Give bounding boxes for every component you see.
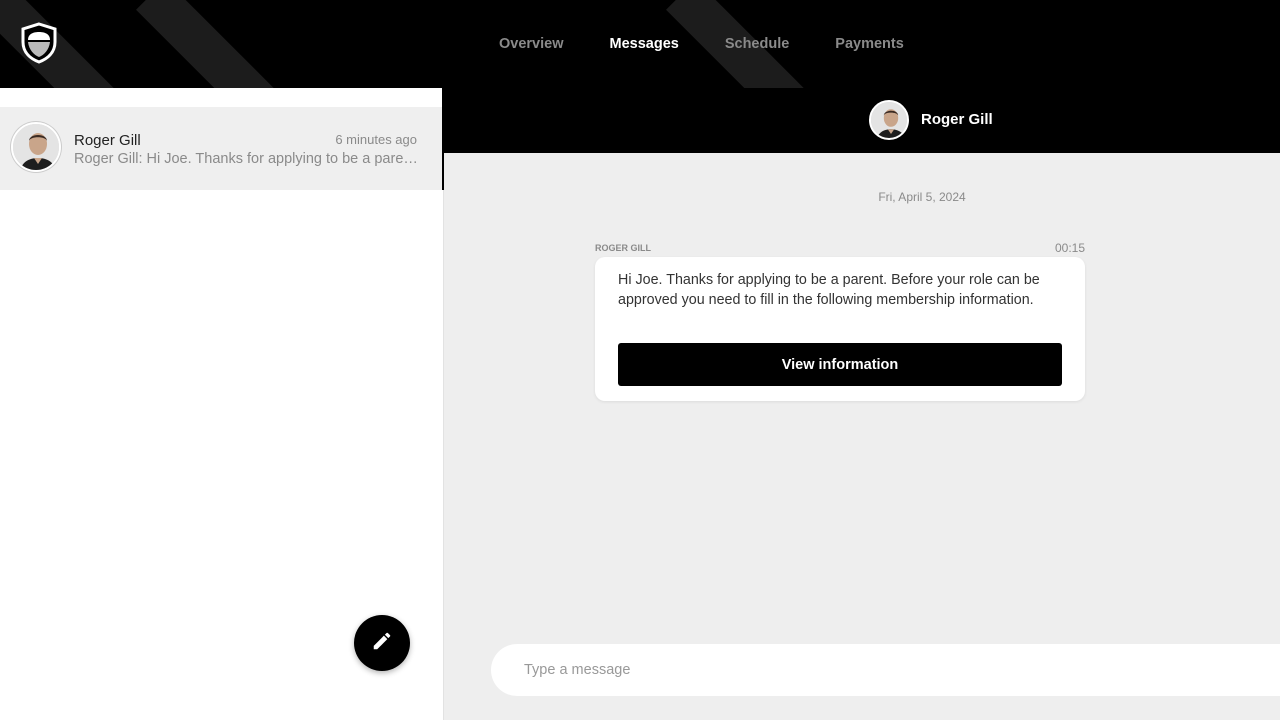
message-composer bbox=[491, 644, 1280, 696]
conversation-time: 6 minutes ago bbox=[335, 132, 417, 147]
top-bar: Overview Messages Schedule Payments bbox=[0, 0, 1280, 88]
message-text: Hi Joe. Thanks for applying to be a pare… bbox=[618, 272, 1040, 308]
conversation-list-top-strip bbox=[0, 88, 444, 107]
message-sender: ROGER GILL bbox=[595, 243, 651, 253]
decorative-stripe bbox=[0, 0, 126, 88]
decorative-stripe bbox=[136, 0, 286, 88]
message-bubble: Hi Joe. Thanks for applying to be a pare… bbox=[595, 257, 1085, 401]
nav-item-messages[interactable]: Messages bbox=[610, 36, 679, 52]
pencil-icon bbox=[371, 630, 393, 657]
main-nav: Overview Messages Schedule Payments bbox=[476, 0, 927, 88]
nav-item-payments[interactable]: Payments bbox=[835, 36, 904, 52]
conversation-preview: Roger Gill: Hi Joe. Thanks for applying … bbox=[74, 151, 419, 167]
message-date-divider: Fri, April 5, 2024 bbox=[878, 190, 966, 204]
shield-logo-icon[interactable] bbox=[20, 22, 58, 64]
chat-header-name: Roger Gill bbox=[921, 111, 993, 128]
nav-item-overview[interactable]: Overview bbox=[499, 36, 564, 52]
compose-button[interactable] bbox=[354, 615, 410, 671]
conversation-list-panel: Roger Gill 6 minutes ago Roger Gill: Hi … bbox=[0, 88, 444, 720]
message-input[interactable] bbox=[524, 658, 1224, 682]
conversation-name: Roger Gill bbox=[74, 132, 141, 149]
chat-panel: Roger Gill Fri, April 5, 2024 ROGER GILL… bbox=[444, 88, 1280, 720]
avatar bbox=[11, 122, 61, 172]
chat-header: Roger Gill bbox=[444, 88, 1280, 153]
avatar bbox=[869, 100, 909, 140]
nav-item-schedule[interactable]: Schedule bbox=[725, 36, 789, 52]
view-information-button[interactable]: View information bbox=[618, 343, 1062, 386]
message-time: 00:15 bbox=[1054, 241, 1085, 255]
conversation-item[interactable]: Roger Gill 6 minutes ago Roger Gill: Hi … bbox=[0, 107, 444, 190]
